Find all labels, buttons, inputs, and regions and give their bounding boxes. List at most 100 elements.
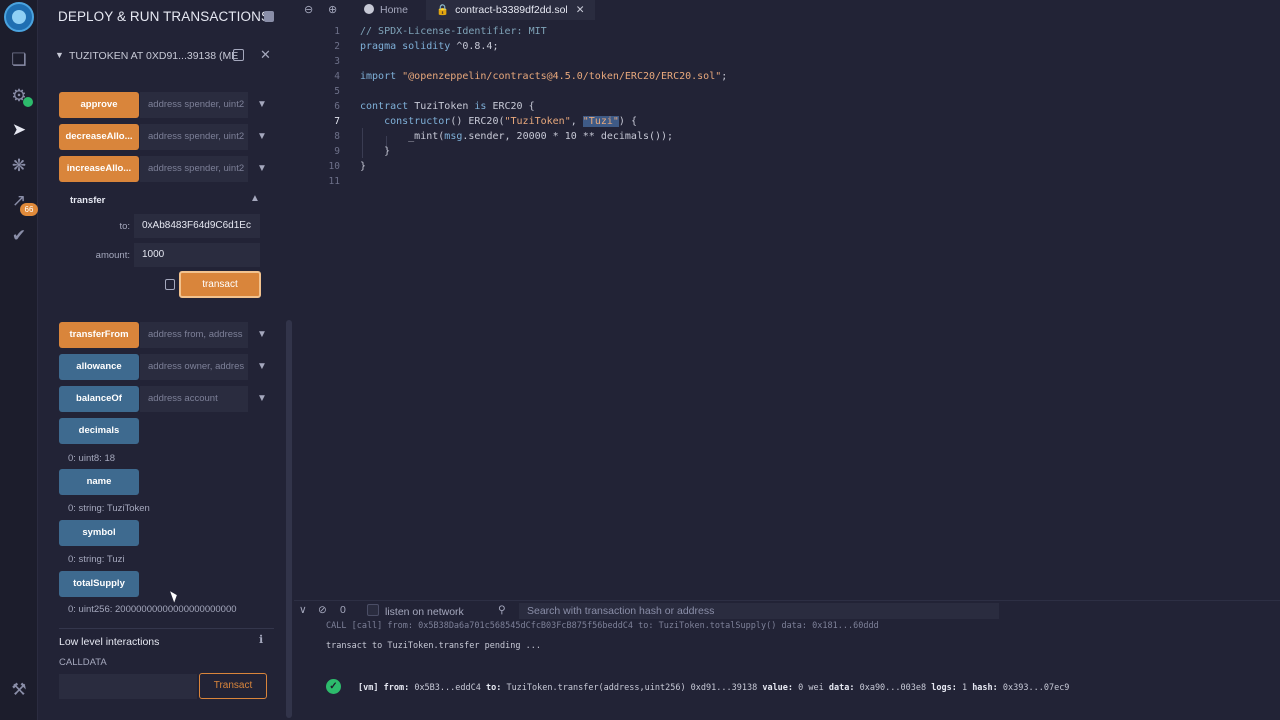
copy-address-icon[interactable] (233, 49, 244, 61)
info-icon[interactable]: ℹ (259, 633, 263, 646)
code-text: ERC20 { (486, 101, 535, 112)
code-text: } (360, 161, 367, 172)
code-comment: // SPDX-License-Identifier: MIT (360, 26, 547, 37)
code-line-7[interactable]: constructor() ERC20("TuziToken", "Tuzi")… (360, 116, 637, 127)
code-text: ^0.8.4; (450, 41, 499, 52)
notification-badge: 66 (20, 203, 38, 216)
remix-logo-icon[interactable] (4, 2, 34, 32)
transfer-from-args-input[interactable]: address from, address (140, 322, 248, 348)
approve-args-input[interactable]: address spender, uint2 (140, 92, 248, 118)
compile-success-icon (23, 97, 33, 107)
function-row-decimals: decimals (59, 418, 271, 444)
terminal-pending-line: transact to TuziToken.transfer pending .… (326, 641, 541, 651)
calldata-transact-button[interactable]: Transact (199, 673, 267, 699)
code-line-8[interactable]: _mint(msg.sender, 20000 * 10 ** decimals… (360, 131, 673, 142)
code-line-6[interactable]: contract TuziToken is ERC20 { (360, 101, 535, 112)
code-line-1[interactable]: // SPDX-License-Identifier: MIT (360, 26, 547, 37)
chevron-down-icon[interactable]: ▼ (257, 163, 267, 174)
zoom-out-icon[interactable]: ⊖ (304, 3, 313, 16)
file-lock-icon: 🔒 (436, 4, 450, 16)
decrease-allowance-args-input[interactable]: address spender, uint2 (140, 124, 248, 150)
approve-button[interactable]: approve (59, 92, 139, 118)
debugger-icon[interactable]: ❋ (9, 156, 29, 176)
code-keyword: pragma solidity (360, 41, 451, 52)
chevron-down-icon[interactable]: ▼ (257, 361, 267, 372)
unit-test-icon[interactable]: ✔ (9, 226, 29, 246)
chevron-down-icon[interactable]: ▼ (257, 329, 267, 340)
line-number: 11 (328, 176, 340, 187)
allowance-args-input[interactable]: address owner, addres (140, 354, 248, 380)
pending-tx-count: 0 (340, 604, 346, 616)
function-row-balance-of: balanceOf address account ▼ (59, 386, 271, 412)
terminal-tx-line[interactable]: [vm] from: 0x5B3...eddC4 to: TuziToken.t… (358, 683, 1069, 693)
symbol-result: 0: string: Tuzi (68, 554, 125, 565)
file-explorer-icon[interactable]: ❏ (9, 50, 29, 70)
total-supply-button[interactable]: totalSupply (59, 571, 139, 597)
clear-console-icon[interactable]: ⊘ (318, 604, 327, 616)
function-row-approve: approve address spender, uint2 ▼ (59, 92, 271, 118)
icon-sidebar: ❏ ⚙ ➤ ❋ ↗ 66 ✔ ⚒ (0, 0, 38, 720)
plugin-manager-icon[interactable]: ⚒ (9, 680, 29, 700)
name-button[interactable]: name (59, 469, 139, 495)
balance-of-args-input[interactable]: address account (140, 386, 248, 412)
copy-calldata-icon[interactable] (165, 279, 175, 290)
function-row-transfer-from: transferFrom address from, address ▼ (59, 322, 271, 348)
balance-of-button[interactable]: balanceOf (59, 386, 139, 412)
docs-icon[interactable] (264, 11, 274, 22)
tab-home[interactable]: Home (354, 0, 418, 20)
calldata-label: CALLDATA (59, 657, 107, 668)
to-address-input[interactable]: 0xAb8483F64d9C6d1Ec (134, 214, 260, 238)
code-line-4[interactable]: import "@openzeppelin/contracts@4.5.0/to… (360, 71, 727, 82)
close-tab-icon[interactable]: ✕ (576, 4, 585, 16)
code-keyword: import (360, 71, 397, 82)
editor-tab-bar: ⊖ ⊕ Home 🔒 contract-b3389df2dd.sol ✕ (294, 0, 1280, 20)
chevron-down-icon[interactable]: ▼ (257, 393, 267, 404)
decimals-button[interactable]: decimals (59, 418, 139, 444)
allowance-button[interactable]: allowance (59, 354, 139, 380)
to-label: to: (119, 221, 130, 232)
code-text: } (360, 146, 391, 157)
function-row-symbol: symbol (59, 520, 271, 546)
terminal-toolbar: ∨ ⊘ 0 listen on network ⚲ Search with tr… (294, 601, 1280, 621)
tx-to-value: TuziToken.transfer(address,uint256) 0xd9… (501, 683, 763, 693)
tab-contract-file[interactable]: 🔒 contract-b3389df2dd.sol ✕ (426, 0, 595, 20)
listen-network-checkbox[interactable] (367, 604, 379, 616)
panel-scrollbar[interactable] (286, 320, 292, 718)
chevron-down-icon[interactable]: ▼ (257, 99, 267, 110)
code-line-2[interactable]: pragma solidity ^0.8.4; (360, 41, 498, 52)
home-icon (364, 4, 374, 14)
transfer-from-button[interactable]: transferFrom (59, 322, 139, 348)
tx-hash-label: hash: (972, 683, 998, 693)
function-row-increase-allowance: increaseAllo... address spender, uint2 ▼ (59, 156, 271, 182)
decrease-allowance-button[interactable]: decreaseAllo... (59, 124, 139, 150)
function-row-allowance: allowance address owner, addres ▼ (59, 354, 271, 380)
deploy-run-icon[interactable]: ➤ (9, 120, 29, 140)
zoom-in-icon[interactable]: ⊕ (328, 3, 337, 16)
symbol-button[interactable]: symbol (59, 520, 139, 546)
increase-allowance-button[interactable]: increaseAllo... (59, 156, 139, 182)
close-icon[interactable]: ✕ (260, 47, 271, 63)
transact-button[interactable]: transact (179, 271, 261, 298)
calldata-input[interactable] (59, 674, 197, 699)
chevron-up-icon[interactable]: ▲ (250, 193, 260, 204)
code-line-10[interactable]: } (360, 161, 366, 172)
divider (59, 628, 274, 629)
tx-data-label: data: (828, 683, 855, 693)
code-line-9[interactable]: } (360, 146, 390, 157)
code-text: ; (721, 71, 728, 82)
code-string: "TuziToken" (504, 116, 571, 127)
code-selection: "Tuzi" (582, 116, 619, 127)
line-number: 4 (334, 71, 340, 82)
panel-title: DEPLOY & RUN TRANSACTIONS (58, 9, 271, 24)
tx-logs-value: 1 (956, 683, 973, 693)
contract-instance-header[interactable]: ▼ TUZITOKEN AT 0XD91...39138 (ME ✕ (55, 47, 275, 66)
chevron-down-icon[interactable]: ▼ (257, 131, 267, 142)
terminal-log-line: CALL [call] from: 0x5B38Da6a701c568545dC… (326, 621, 879, 630)
chevron-down-icon[interactable]: ▼ (55, 50, 64, 60)
code-editor: ⊖ ⊕ Home 🔒 contract-b3389df2dd.sol ✕ 1 2 3… (294, 0, 1280, 600)
deploy-run-panel: DEPLOY & RUN TRANSACTIONS ▼ TUZITOKEN AT… (38, 0, 294, 720)
tx-search-input[interactable]: Search with transaction hash or address (519, 603, 999, 619)
collapse-terminal-icon[interactable]: ∨ (299, 604, 307, 616)
increase-allowance-args-input[interactable]: address spender, uint2 (140, 156, 248, 182)
amount-input[interactable]: 1000 (134, 243, 260, 267)
